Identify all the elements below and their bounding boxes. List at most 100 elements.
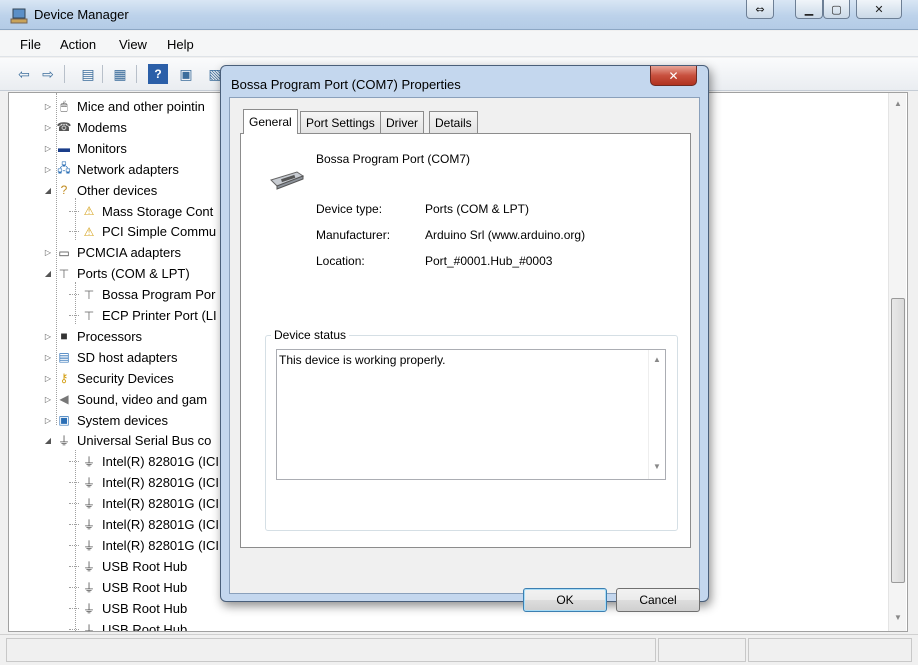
tree-item[interactable]: ⏚ USB Root Hub: [69, 577, 187, 598]
usb-icon: ⏚: [82, 455, 95, 470]
scroll-up-icon[interactable]: ▲: [894, 99, 902, 108]
window-title: Device Manager: [34, 7, 129, 22]
sd-icon: ▤: [58, 350, 70, 365]
title-bar[interactable]: Device Manager ⇔ ▁ ▢ ✕: [0, 0, 918, 30]
snap-icon[interactable]: ⇔: [746, 0, 774, 19]
scroll-down-icon[interactable]: ▼: [894, 613, 902, 622]
tree-item[interactable]: ▷ ▤ SD host adapters: [43, 347, 178, 368]
modem-icon: ☎: [56, 120, 72, 135]
tree-item[interactable]: ▷ ⚷ Security Devices: [43, 368, 174, 389]
tree-item[interactable]: ⏚ Intel(R) 82801G (ICI: [69, 535, 219, 556]
collapse-arrow-icon[interactable]: ◢: [43, 186, 53, 195]
tree-item-label: USB Root Hub: [102, 621, 188, 632]
expand-arrow-icon[interactable]: ▷: [43, 395, 53, 404]
tab-driver[interactable]: Driver: [380, 111, 424, 133]
usb-icon: ⏚: [82, 559, 95, 574]
back-arrow-icon[interactable]: ⇦: [14, 64, 34, 84]
tree-item-label: USB Root Hub: [102, 558, 188, 574]
tree-item-label: Intel(R) 82801G (ICI: [102, 475, 220, 491]
tree-item[interactable]: ▷ ■ Processors: [43, 326, 142, 347]
tree-item[interactable]: ⏚ USB Root Hub: [69, 598, 187, 619]
status-panel: [6, 638, 656, 662]
menu-action[interactable]: Action: [60, 37, 96, 52]
tree-guide-line: [69, 461, 79, 463]
expand-arrow-icon[interactable]: ▷: [43, 123, 53, 132]
tree-item[interactable]: ◢? Other devices: [43, 180, 157, 201]
tree-item[interactable]: ◢ ⏚ Universal Serial Bus co: [43, 430, 211, 451]
usb-icon: ⏚: [82, 538, 95, 553]
tree-item[interactable]: ▷ 🖧 Network adapters: [43, 159, 179, 180]
tree-item[interactable]: ◢ ⊤ Ports (COM & LPT): [43, 263, 190, 284]
monitor-icon: ▬: [58, 141, 70, 156]
tab-port-settings[interactable]: Port Settings: [300, 111, 381, 133]
expand-arrow-icon[interactable]: ▷: [43, 374, 53, 383]
speaker-icon: ◀: [59, 392, 69, 407]
menu-file[interactable]: File: [20, 37, 41, 52]
device-status-textbox[interactable]: This device is working properly. ▲ ▼: [276, 349, 666, 480]
ok-button[interactable]: OK: [523, 588, 607, 612]
expand-arrow-icon[interactable]: ▷: [43, 102, 53, 111]
status-scrollbar[interactable]: ▲ ▼: [648, 350, 665, 479]
computer-icon: ▣: [58, 413, 70, 427]
document-icon[interactable]: ▦: [110, 64, 130, 84]
forward-arrow-icon[interactable]: ⇨: [38, 64, 58, 84]
expand-arrow-icon[interactable]: ▷: [43, 144, 53, 153]
dialog-close-button[interactable]: ✕: [650, 66, 697, 86]
menu-help[interactable]: Help: [167, 37, 194, 52]
expand-arrow-icon[interactable]: ▷: [43, 353, 53, 362]
vertical-scrollbar[interactable]: ▲ ▼: [888, 93, 906, 631]
tree-item[interactable]: ▷ ▭ PCMCIA adapters: [43, 242, 181, 263]
network-icon: 🖧: [57, 160, 71, 175]
tree-item[interactable]: ⏚ USB Root Hub: [69, 619, 188, 632]
general-tab-panel: Bossa Program Port (COM7) Device type: P…: [240, 133, 691, 548]
location-label: Location:: [316, 254, 365, 268]
tab-details[interactable]: Details: [429, 111, 478, 133]
cancel-button[interactable]: Cancel: [616, 588, 700, 612]
tree-item[interactable]: ⚠ Mass Storage Cont: [69, 201, 213, 222]
scroll-thumb[interactable]: [891, 298, 905, 583]
scroll-down-icon[interactable]: ▼: [653, 462, 661, 471]
collapse-arrow-icon[interactable]: ◢: [43, 436, 53, 445]
manufacturer-label: Manufacturer:: [316, 228, 391, 242]
tree-item[interactable]: ⏚ USB Root Hub: [69, 556, 187, 577]
scan-hardware-icon[interactable]: ▣: [176, 64, 196, 84]
minimize-button[interactable]: ▁: [795, 0, 823, 19]
collapse-arrow-icon[interactable]: ◢: [43, 269, 53, 278]
status-panel: [658, 638, 746, 662]
tree-guide-line: [69, 607, 79, 609]
properties-view-icon[interactable]: ▤: [78, 64, 98, 84]
tree-item-label: Mass Storage Cont: [102, 203, 214, 219]
tree-item[interactable]: ⊤ ECP Printer Port (LI: [69, 305, 217, 326]
usb-icon: ⏚: [82, 622, 95, 632]
tree-item[interactable]: ⏚ Intel(R) 82801G (ICI: [69, 514, 219, 535]
tree-item-label: Modems: [77, 119, 127, 135]
scroll-up-icon[interactable]: ▲: [653, 355, 661, 364]
tree-item-label: SD host adapters: [77, 349, 178, 365]
expand-arrow-icon[interactable]: ▷: [43, 248, 53, 257]
manufacturer-value: Arduino Srl (www.arduino.org): [425, 228, 586, 242]
expand-arrow-icon[interactable]: ▷: [43, 165, 53, 174]
tree-item[interactable]: ⏚ Intel(R) 82801G (ICI: [69, 493, 219, 514]
tree-item[interactable]: ⏚ Intel(R) 82801G (ICI: [69, 451, 219, 472]
port-icon: ⊤: [83, 287, 95, 302]
tree-item[interactable]: ▷ ☎ Modems: [43, 117, 127, 138]
tree-item[interactable]: ⊤ Bossa Program Por: [69, 284, 215, 305]
serial-port-icon: [270, 171, 305, 190]
tree-item[interactable]: ▷ 🖱 Mice and other pointin: [43, 96, 205, 117]
tree-guide-line: [69, 231, 79, 233]
maximize-button[interactable]: ▢: [823, 0, 850, 19]
tree-item[interactable]: ⏚ Intel(R) 82801G (ICI: [69, 472, 219, 493]
help-icon[interactable]: ?: [148, 64, 168, 84]
close-button[interactable]: ✕: [856, 0, 902, 19]
tree-item[interactable]: ▷ ◀ Sound, video and gam: [43, 389, 207, 410]
tab-general[interactable]: General: [243, 109, 298, 134]
expand-arrow-icon[interactable]: ▷: [43, 416, 53, 425]
menu-view[interactable]: View: [119, 37, 147, 52]
tree-item[interactable]: ⚠ PCI Simple Commu: [69, 221, 216, 242]
tree-guide-line: [69, 210, 79, 212]
toolbar-separator: [64, 65, 65, 83]
tree-item[interactable]: ▷ ▣ System devices: [43, 410, 168, 431]
expand-arrow-icon[interactable]: ▷: [43, 332, 53, 341]
tree-guide-line: [69, 315, 79, 316]
tree-item[interactable]: ▷ ▬ Monitors: [43, 138, 127, 159]
